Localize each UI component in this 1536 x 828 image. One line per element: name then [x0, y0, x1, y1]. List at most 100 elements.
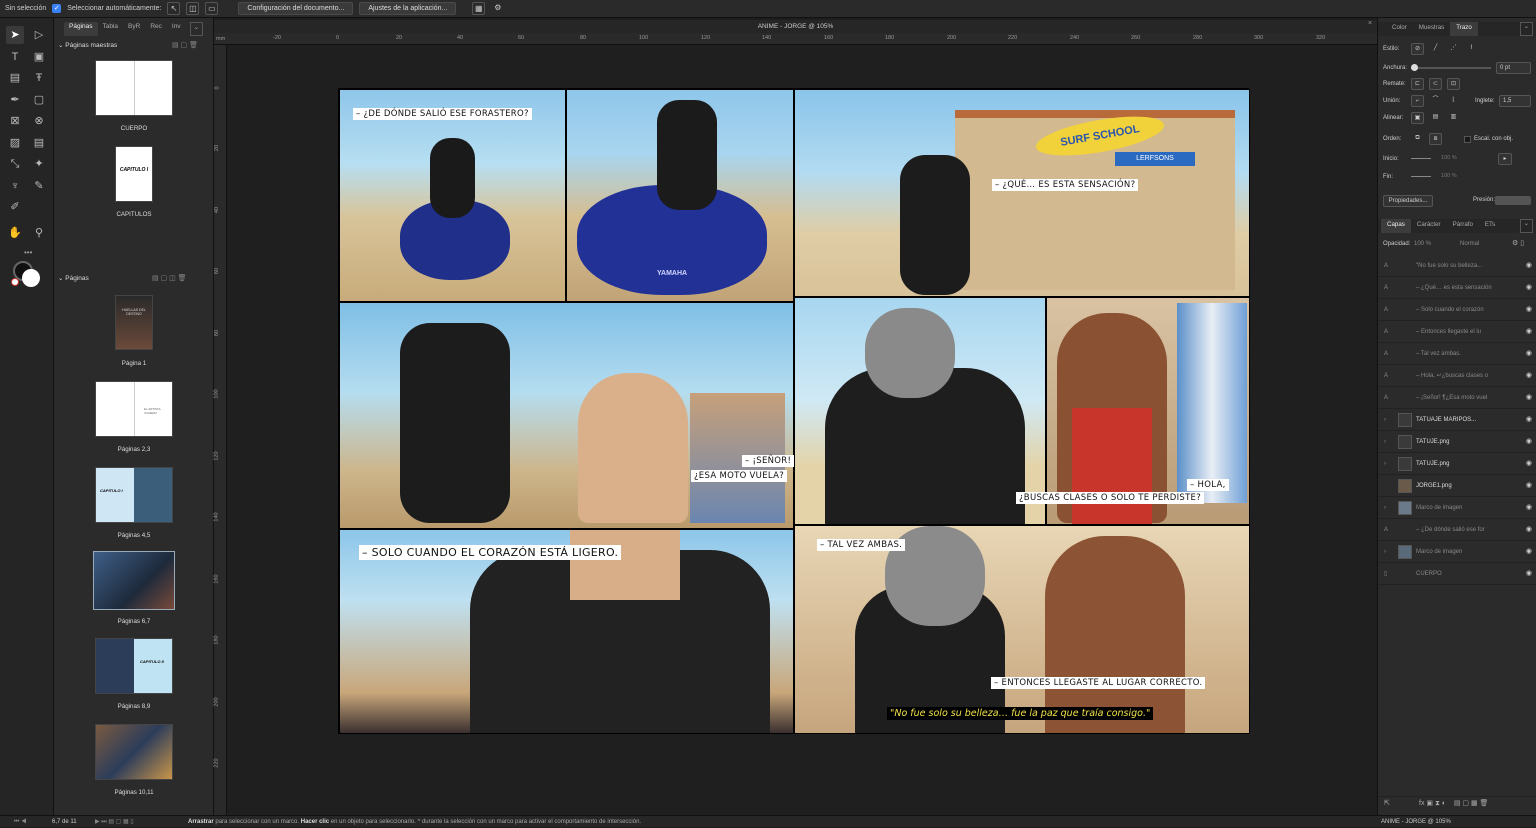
tab-text-styles[interactable]: ETs	[1479, 219, 1501, 233]
horizontal-ruler[interactable]: mm -20 0 20 40 60 80 100 120 140 160 180…	[214, 33, 1377, 45]
layer-row[interactable]: A – Solo cuando el corazón ◉	[1378, 299, 1536, 321]
panel-bikers-arrival[interactable]	[339, 89, 566, 302]
layer-actions-bar[interactable]: ⇱ fx ▣ ⧗ ◐ ▤ ▢ ▦ 🗑	[1378, 796, 1536, 809]
visibility-eye-icon[interactable]: ◉	[1526, 365, 1532, 387]
visibility-eye-icon[interactable]: ◉	[1526, 497, 1532, 519]
panel-menu-chevron-icon[interactable]: ⌄	[1519, 22, 1533, 36]
stroke-width-input[interactable]: 0 pt	[1496, 62, 1531, 74]
layer-row[interactable]: A – ¡Señor! ¶¿Esa moto vuel ◉	[1378, 387, 1536, 409]
pages-header[interactable]: ⌄ Páginas	[58, 274, 89, 282]
layer-row[interactable]: ▯ CUERPO ◉	[1378, 563, 1536, 585]
eyedropper-icon[interactable]: ✐	[6, 198, 24, 216]
frame-icon[interactable]: ▭	[205, 2, 219, 15]
document-setup-button[interactable]: Configuración del documento...	[238, 2, 354, 15]
close-document-icon[interactable]: ×	[1368, 20, 1372, 27]
layer-row[interactable]: A – ¿De dónde salió ese for ◉	[1378, 519, 1536, 541]
group-chevron-icon[interactable]: ›	[1384, 497, 1386, 519]
tab-find-replace[interactable]: ByR	[123, 22, 145, 36]
wand-tool-icon[interactable]: ✦	[30, 155, 48, 173]
visibility-eye-icon[interactable]: ◉	[1526, 431, 1532, 453]
page-1-thumb[interactable]: HUELLAS DEL DESTINO	[115, 295, 153, 350]
speech-bubble[interactable]: – SOLO CUANDO EL CORAZÓN ESTÁ LIGERO.	[359, 545, 622, 560]
blend-mode-select[interactable]: Normal	[1460, 241, 1479, 247]
visibility-eye-icon[interactable]: ◉	[1526, 409, 1532, 431]
stroke-width-thumb[interactable]	[1411, 64, 1418, 71]
node-tool-icon[interactable]: ▷	[30, 26, 48, 44]
ellipse-frame-icon[interactable]: ⊗	[30, 112, 48, 130]
table-tool-icon[interactable]: ▣	[30, 48, 48, 66]
no-color-icon[interactable]	[11, 278, 19, 286]
tab-character[interactable]: Carácter	[1411, 219, 1447, 233]
page-indicator[interactable]: 6,7 de 11	[52, 816, 77, 828]
tab-inv[interactable]: Inv	[167, 22, 186, 36]
speech-bubble[interactable]: – ENTONCES LLEGASTE AL LUGAR CORRECTO.	[991, 677, 1206, 689]
master-actions-icons[interactable]: ▤ ▢ 🗑	[172, 41, 198, 49]
visibility-eye-icon[interactable]: ◉	[1526, 563, 1532, 585]
stroke-front-icon[interactable]: ⧈	[1429, 133, 1442, 145]
stroke-behind-icon[interactable]: ⧉	[1411, 133, 1424, 145]
fill-color-swatch[interactable]	[22, 269, 40, 287]
layer-row[interactable]: JORGE1.png ◉	[1378, 475, 1536, 497]
page-nav-first-icon[interactable]: ⏮ ◀	[14, 816, 26, 828]
solid-line-icon[interactable]: ╱	[1429, 43, 1442, 55]
layer-row[interactable]: › TATUAJE MARIPOS... ◉	[1378, 409, 1536, 431]
scale-with-object-checkbox[interactable]	[1464, 136, 1471, 143]
visibility-eye-icon[interactable]: ◉	[1526, 519, 1532, 541]
layer-row[interactable]: › TATUJE.png ◉	[1378, 431, 1536, 453]
panel-menu-chevron-icon[interactable]: ⌄	[1519, 219, 1533, 233]
dash-line-icon[interactable]: ⋰	[1447, 43, 1460, 55]
layer-row[interactable]: A "No fue solo su belleza... ◉	[1378, 255, 1536, 277]
tab-swatches[interactable]: Muestras	[1413, 22, 1450, 36]
auto-select-checkbox[interactable]: ✓	[52, 4, 62, 13]
stroke-width-slider[interactable]	[1411, 67, 1491, 69]
no-stroke-icon[interactable]: ⊘	[1411, 43, 1424, 55]
text-frame-tool-icon[interactable]: T	[6, 48, 24, 66]
layer-row[interactable]: › Marco de imagen ◉	[1378, 497, 1536, 519]
page-nav-next-icon[interactable]: ▶ ⏭ ▤ ▢ ▦ ▯	[95, 816, 134, 828]
square-cap-icon[interactable]: ⊡	[1447, 78, 1460, 90]
start-scale-field[interactable]: 100 %	[1441, 155, 1457, 161]
visibility-eye-icon[interactable]: ◉	[1526, 541, 1532, 563]
speech-bubble[interactable]: – ¿DE DÓNDE SALIÓ ESE FORASTERO?	[353, 108, 532, 120]
lock-icon[interactable]: ▯	[1384, 563, 1387, 585]
align-inside-stroke-icon[interactable]: ▤	[1429, 112, 1442, 124]
pointer-icon[interactable]: ↖	[167, 2, 181, 15]
visibility-eye-icon[interactable]: ◉	[1526, 343, 1532, 365]
layer-row[interactable]: A – Hola, ↵¿buscas clases o ◉	[1378, 365, 1536, 387]
tab-rec[interactable]: Rec	[145, 22, 167, 36]
layer-row[interactable]: › TATUJE.png ◉	[1378, 453, 1536, 475]
visibility-eye-icon[interactable]: ◉	[1526, 255, 1532, 277]
tab-layers[interactable]: Capas	[1381, 219, 1411, 233]
group-chevron-icon[interactable]: ›	[1384, 431, 1386, 453]
image-tool-icon[interactable]: ▨	[6, 134, 24, 152]
tab-paragraph[interactable]: Párrafo	[1447, 219, 1479, 233]
gear-icon[interactable]: ⚙	[491, 2, 504, 15]
more-tools-icon[interactable]: •••	[24, 248, 32, 257]
visibility-eye-icon[interactable]: ◉	[1526, 475, 1532, 497]
artistic-text-icon[interactable]: Ŧ	[30, 69, 48, 87]
move-tool-icon[interactable]: ➤	[6, 26, 24, 44]
masters-header[interactable]: ⌄ Páginas maestras	[58, 41, 117, 49]
visibility-eye-icon[interactable]: ◉	[1526, 387, 1532, 409]
start-arrowhead-icon[interactable]	[1411, 158, 1431, 159]
picture-frame-icon[interactable]: ⊠	[6, 112, 24, 130]
speech-bubble[interactable]: – ¿QUÉ… ES ESTA SENSACIÓN?	[992, 179, 1139, 191]
opacity-field[interactable]: 100 %	[1414, 241, 1431, 247]
round-cap-icon[interactable]: ⊂	[1429, 78, 1442, 90]
pages-4-5-thumb[interactable]: CAPITULO I	[95, 467, 173, 523]
pages-2-3-thumb[interactable]: EL ARTISTA VIAJERO	[95, 381, 173, 437]
tab-table[interactable]: Tabla	[98, 22, 124, 36]
speech-bubble[interactable]: ¿BUSCAS CLASES O SOLO TE PERDISTE?	[1016, 492, 1205, 504]
brush-tool-icon[interactable]: ♆	[6, 177, 24, 195]
miter-input[interactable]: 1,5	[1499, 95, 1531, 107]
visibility-eye-icon[interactable]: ◉	[1526, 453, 1532, 475]
pages-10-11-thumb[interactable]	[95, 724, 173, 780]
speech-bubble[interactable]: – TAL VEZ AMBAS.	[817, 539, 906, 551]
pencil-tool-icon[interactable]: ✎	[30, 177, 48, 195]
speech-bubble[interactable]: – HOLA,	[1187, 479, 1229, 491]
layer-row[interactable]: A – Entonces llegaste el lu ◉	[1378, 321, 1536, 343]
end-arrowhead-icon[interactable]	[1411, 176, 1431, 177]
panel-boy-crowd[interactable]	[339, 302, 794, 529]
master-capitulos-thumb[interactable]: CAPITULO I	[115, 146, 153, 202]
panel-meeting[interactable]	[794, 525, 1250, 734]
